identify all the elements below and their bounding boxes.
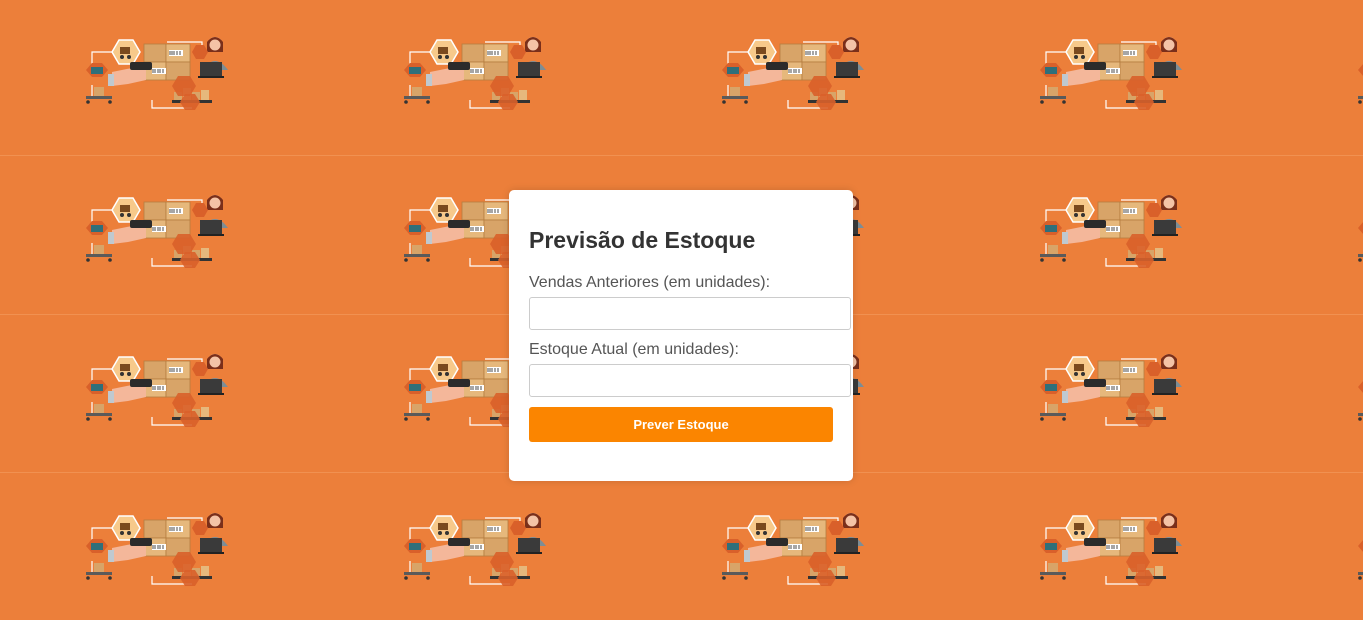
warehouse-illustration-icon (1026, 506, 1196, 596)
predict-stock-button[interactable]: Prever Estoque (529, 407, 833, 442)
stock-forecast-card: Previsão de Estoque Vendas Anteriores (e… (509, 190, 853, 481)
form-title: Previsão de Estoque (529, 227, 756, 253)
warehouse-illustration-icon (1344, 506, 1363, 596)
background-divider (0, 155, 1363, 156)
warehouse-illustration-icon (390, 30, 560, 120)
warehouse-illustration-icon (708, 506, 878, 596)
warehouse-illustration-icon (1344, 30, 1363, 120)
warehouse-illustration-icon (1026, 347, 1196, 437)
warehouse-illustration-icon (1344, 188, 1363, 278)
warehouse-illustration-icon (72, 30, 242, 120)
warehouse-illustration-icon (390, 506, 560, 596)
warehouse-illustration-icon (708, 30, 878, 120)
warehouse-illustration-icon (1026, 188, 1196, 278)
previous-sales-input[interactable] (529, 297, 851, 330)
current-stock-label: Estoque Atual (em unidades): (529, 341, 739, 358)
warehouse-illustration-icon (72, 506, 242, 596)
warehouse-illustration-icon (1344, 347, 1363, 437)
current-stock-input[interactable] (529, 364, 851, 397)
warehouse-illustration-icon (72, 347, 242, 437)
previous-sales-label: Vendas Anteriores (em unidades): (529, 274, 771, 291)
warehouse-illustration-icon (72, 188, 242, 278)
warehouse-illustration-icon (1026, 30, 1196, 120)
